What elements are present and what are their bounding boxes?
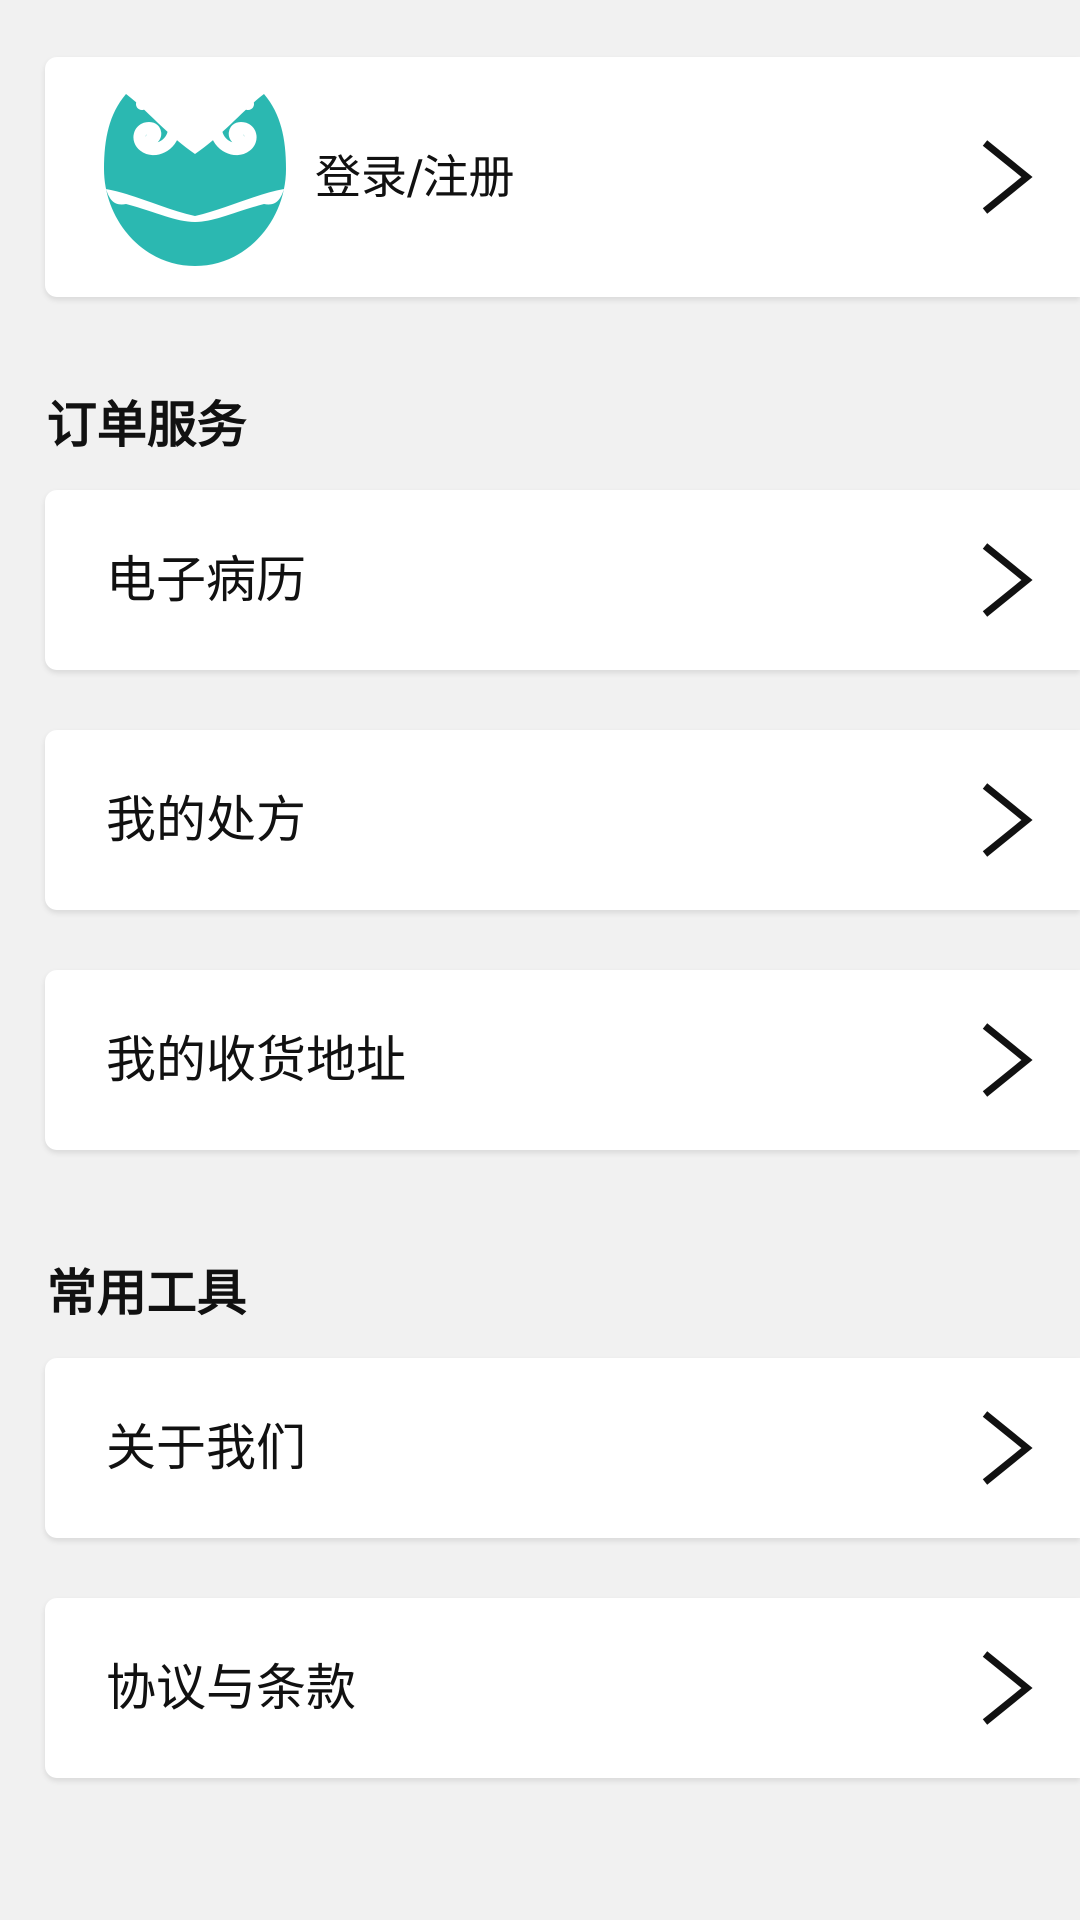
profile-page: 登录/注册 订单服务 电子病历 我的处方 我的收货地址 常用工具 关于我们 协议… xyxy=(0,0,1080,1920)
chevron-right-icon xyxy=(982,783,1033,857)
menu-item-label: 我的收货地址 xyxy=(106,1031,406,1089)
chevron-right-icon xyxy=(982,140,1033,214)
menu-item-label: 我的处方 xyxy=(106,791,306,849)
chevron-right-icon xyxy=(982,1411,1033,1485)
avatar xyxy=(104,94,286,266)
login-register-label: 登录/注册 xyxy=(315,150,515,204)
login-card[interactable]: 登录/注册 xyxy=(45,57,1080,297)
menu-item-label: 协议与条款 xyxy=(106,1659,356,1717)
chevron-right-icon xyxy=(982,1651,1033,1725)
menu-item-my-prescriptions[interactable]: 我的处方 xyxy=(45,730,1080,910)
chevron-right-icon xyxy=(982,1023,1033,1097)
chevron-right-icon xyxy=(982,543,1033,617)
menu-item-terms[interactable]: 协议与条款 xyxy=(45,1598,1080,1778)
section-title-common-tools: 常用工具 xyxy=(47,1264,247,1322)
menu-item-label: 电子病历 xyxy=(106,551,306,609)
menu-item-about-us[interactable]: 关于我们 xyxy=(45,1358,1080,1538)
menu-item-medical-records[interactable]: 电子病历 xyxy=(45,490,1080,670)
section-title-order-services: 订单服务 xyxy=(47,396,247,454)
menu-item-label: 关于我们 xyxy=(106,1419,306,1477)
menu-item-shipping-address[interactable]: 我的收货地址 xyxy=(45,970,1080,1150)
